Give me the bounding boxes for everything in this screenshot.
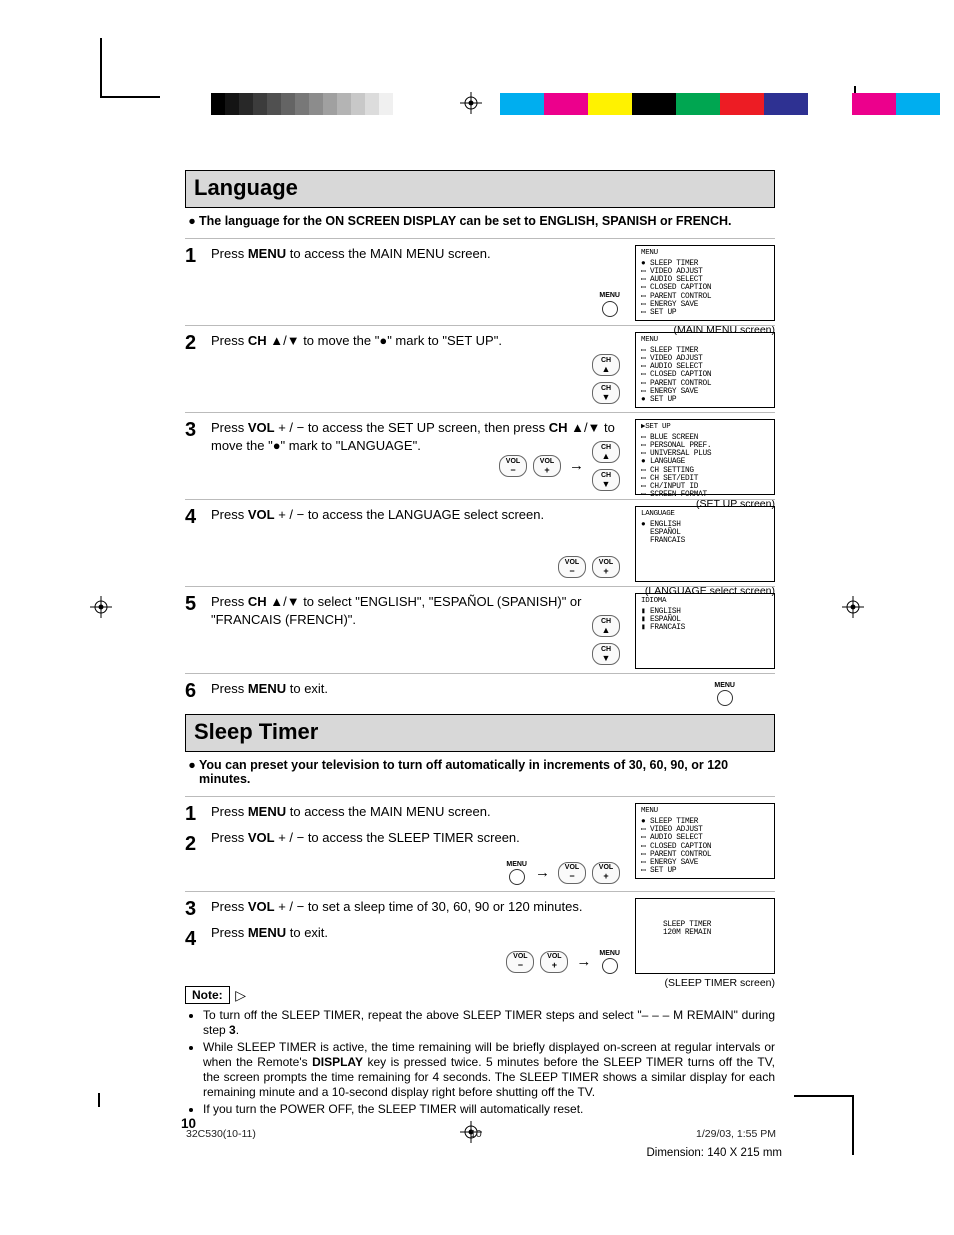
- note-item: To turn off the SLEEP TIMER, repeat the …: [203, 1008, 775, 1038]
- osd-preview: LANGUAGE●ENGLISH ESPAÑOL FRANCAIS: [635, 506, 775, 582]
- control-buttons: VOL− VOL+ → CH▲ CH▼: [499, 441, 620, 491]
- footer-timestamp: 1/29/03, 1:55 PM: [696, 1128, 776, 1140]
- color-calibration-bar: [500, 93, 940, 115]
- section-heading-language: Language: [185, 170, 775, 208]
- step-number: 3: [185, 898, 211, 924]
- manual-page-content: Language ● The language for the ON SCREE…: [185, 170, 775, 1119]
- remote-button: VOL+: [592, 556, 620, 578]
- arrow-right-icon: →: [567, 456, 586, 476]
- language-step: 3 Press VOL + / − to access the SET UP s…: [185, 412, 775, 499]
- crop-mark-bl: [98, 1093, 100, 1107]
- control-buttons: CH▲ CH▼: [592, 615, 620, 665]
- arrow-right-icon: →: [533, 863, 552, 883]
- crop-mark-br: [794, 1095, 854, 1155]
- registration-mark-icon: [842, 596, 864, 618]
- registration-mark-icon: [460, 92, 482, 114]
- remote-menu-button: MENU: [506, 861, 527, 886]
- step-text: Press MENU to access the MAIN MENU scree…: [211, 803, 625, 821]
- sleep-step-3-4: 3 4 Press VOL + / − to set a sleep time …: [185, 891, 775, 980]
- step-number: 4: [185, 506, 211, 527]
- remote-button: CH▼: [592, 382, 620, 404]
- footer-meta: 32C530(10-11) 10 1/29/03, 1:55 PM: [186, 1128, 776, 1140]
- osd-preview: IDIOMA▮ENGLISH▮ESPAÑOL▮FRANCAIS: [635, 593, 775, 669]
- step-number: 5: [185, 593, 211, 614]
- language-step: 1 Press MENU to access the MAIN MENU scr…: [185, 238, 775, 325]
- remote-button: VOL−: [558, 862, 586, 884]
- step-text: Press CH ▲/▼ to move the "●" mark to "SE…: [211, 332, 625, 350]
- footer-dimension: Dimension: 140 X 215 mm: [646, 1147, 782, 1159]
- language-step: 5 Press CH ▲/▼ to select "ENGLISH", "ESP…: [185, 586, 775, 673]
- osd-preview: MENU●SLEEP TIMER▭VIDEO ADJUST▭AUDIO SELE…: [635, 803, 775, 879]
- language-step: 6 Press MENU to exit. MENU: [185, 673, 775, 710]
- crop-mark-tl: [100, 38, 160, 98]
- language-step: 4 Press VOL + / − to access the LANGUAGE…: [185, 499, 775, 586]
- step-number: 1: [185, 245, 211, 266]
- control-buttons: MENU → VOL− VOL+: [506, 861, 620, 886]
- notes-list: To turn off the SLEEP TIMER, repeat the …: [203, 1008, 775, 1117]
- note-item: If you turn the POWER OFF, the SLEEP TIM…: [203, 1102, 775, 1117]
- remote-button: CH▼: [592, 643, 620, 665]
- step-number: 1: [185, 803, 211, 829]
- step-text: Press VOL + / − to access the SLEEP TIME…: [211, 829, 625, 847]
- osd-preview: MENU▭SLEEP TIMER▭VIDEO ADJUST▭AUDIO SELE…: [635, 332, 775, 408]
- osd-caption: (SLEEP TIMER screen): [665, 976, 775, 990]
- sleep-step-1-2: 1 2 Press MENU to access the MAIN MENU s…: [185, 796, 775, 891]
- control-buttons: MENU: [599, 292, 620, 317]
- step-number: 2: [185, 833, 211, 859]
- step-text: Press CH ▲/▼ to select "ENGLISH", "ESPAÑ…: [211, 593, 625, 628]
- note-item: While SLEEP TIMER is active, the time re…: [203, 1040, 775, 1100]
- remote-menu-button: MENU: [599, 950, 620, 975]
- control-buttons: VOL− VOL+: [558, 556, 620, 578]
- remote-button: VOL−: [506, 951, 534, 973]
- sleep-intro: ● You can preset your television to turn…: [185, 758, 775, 786]
- step-number: 6: [185, 680, 211, 701]
- step-text: Press MENU to exit.: [211, 680, 735, 698]
- remote-button: VOL+: [592, 862, 620, 884]
- language-intro: ● The language for the ON SCREEN DISPLAY…: [185, 214, 775, 228]
- step-text: Press VOL + / − to set a sleep time of 3…: [211, 898, 625, 916]
- osd-preview: MENU●SLEEP TIMER▭VIDEO ADJUST▭AUDIO SELE…: [635, 245, 775, 321]
- remote-menu-button: MENU: [599, 292, 620, 317]
- remote-button: VOL+: [540, 951, 568, 973]
- remote-button: CH▼: [592, 469, 620, 491]
- registration-mark-icon: [90, 596, 112, 618]
- control-buttons: MENU: [714, 682, 735, 707]
- remote-button: CH▲: [592, 441, 620, 463]
- remote-button: CH▲: [592, 615, 620, 637]
- remote-button: VOL−: [558, 556, 586, 578]
- gray-calibration-bar: [211, 93, 407, 115]
- note-arrow-icon: ▷: [235, 987, 246, 1003]
- language-step: 2 Press CH ▲/▼ to move the "●" mark to "…: [185, 325, 775, 412]
- osd-preview: ▶SET UP▭BLUE SCREEN▭PERSONAL PREF.▭UNIVE…: [635, 419, 775, 495]
- remote-button: CH▲: [592, 354, 620, 376]
- step-text: Press VOL + / − to access the LANGUAGE s…: [211, 506, 625, 524]
- step-text: Press MENU to access the MAIN MENU scree…: [211, 245, 625, 263]
- osd-preview: SLEEP TIMER 120M REMAIN: [635, 898, 775, 974]
- arrow-right-icon: →: [574, 952, 593, 972]
- footer-page: 10: [470, 1128, 482, 1140]
- section-heading-sleep-timer: Sleep Timer: [185, 714, 775, 752]
- remote-button: VOL−: [499, 455, 527, 477]
- remote-menu-button: MENU: [714, 682, 735, 707]
- doc-id: 32C530(10-11): [186, 1128, 256, 1140]
- step-text: Press MENU to exit.: [211, 924, 625, 942]
- step-number: 3: [185, 419, 211, 440]
- step-number: 2: [185, 332, 211, 353]
- control-buttons: CH▲ CH▼: [592, 354, 620, 404]
- step-number: 4: [185, 928, 211, 954]
- remote-button: VOL+: [533, 455, 561, 477]
- control-buttons: VOL− VOL+ → MENU: [506, 950, 620, 975]
